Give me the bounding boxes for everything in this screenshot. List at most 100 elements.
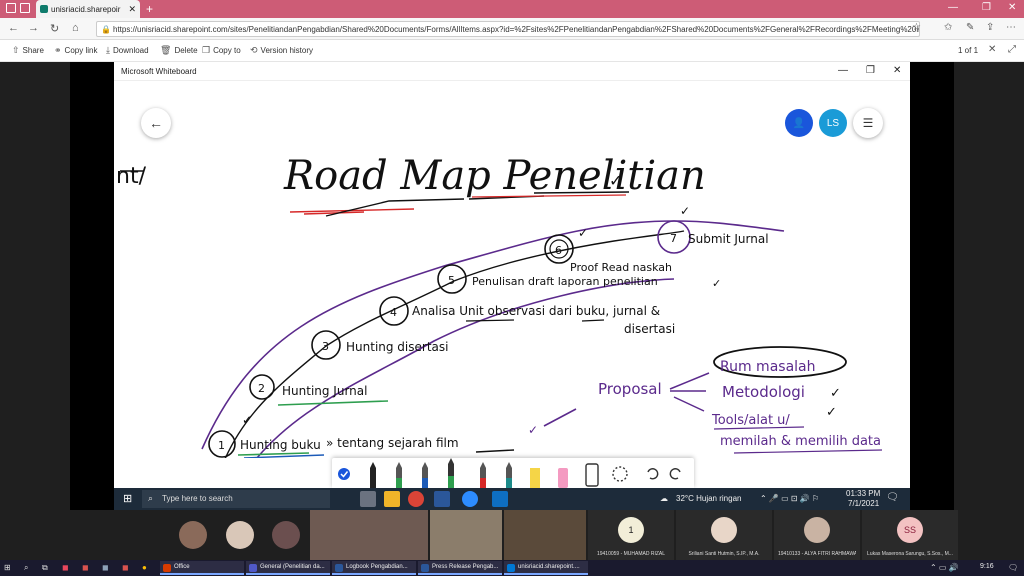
taskbar-app[interactable]: unisriacid.sharepoint.... <box>504 561 588 575</box>
wb-close-icon[interactable]: ✕ <box>893 65 901 76</box>
pen-red-icon[interactable] <box>480 462 486 488</box>
weather-text: 32°C Hujan ringan <box>676 494 742 503</box>
restore-icon[interactable]: ❐ <box>982 2 991 13</box>
home-icon[interactable]: ⌂ <box>72 22 79 34</box>
pen-teal-icon[interactable] <box>506 462 512 488</box>
close-tab-icon[interactable]: ✕ <box>128 4 136 15</box>
participant-strip: 1 19410059 - MUHAMAD RIZAL Sriliani Sant… <box>0 510 1024 560</box>
check-mark-icon: ✓ <box>830 385 841 400</box>
back-icon[interactable]: ← <box>8 22 19 34</box>
user-avatar[interactable]: 👤 <box>785 109 813 137</box>
forward-icon[interactable]: → <box>28 22 39 34</box>
wb-minimize-icon[interactable]: — <box>838 65 848 76</box>
close-window-icon[interactable]: ✕ <box>1008 2 1016 13</box>
eraser-icon[interactable] <box>558 468 568 488</box>
redo-icon[interactable] <box>669 468 681 480</box>
back-button[interactable]: ← <box>141 108 171 138</box>
favorite-star-icon[interactable]: ☆ <box>912 22 921 33</box>
search-icon[interactable]: ⌕ <box>24 563 28 573</box>
version-history-button[interactable]: ⟲ Version history <box>250 45 313 56</box>
app-icon[interactable]: ◼ <box>102 563 109 572</box>
lock-icon: 🔒 <box>101 25 111 34</box>
pen-green-icon[interactable] <box>396 462 402 488</box>
app-icon[interactable]: ◼ <box>122 563 129 572</box>
favorites-icon[interactable]: ✩ <box>944 22 952 33</box>
step-2-label: Hunting Jurnal <box>282 384 367 398</box>
highlighter-icon[interactable] <box>530 468 540 488</box>
whiteboard-app-icon <box>492 491 508 507</box>
lasso-icon[interactable] <box>612 466 628 482</box>
chrome-icon[interactable]: ● <box>142 563 147 572</box>
participant-avatar[interactable] <box>179 521 207 549</box>
more-icon[interactable]: ⋯ <box>1006 22 1016 33</box>
step-1-label: Hunting buku <box>240 438 321 452</box>
participant-video[interactable] <box>430 510 502 560</box>
step-7-node: 7 <box>657 220 691 254</box>
windows-start-icon: ⊞ <box>123 493 133 505</box>
partial-text: nt/ <box>116 164 147 189</box>
browser-tab[interactable]: unisriacid.sharepoir ✕ <box>36 0 140 18</box>
taskbar-app[interactable]: Press Release Pengab... <box>418 561 502 575</box>
copy-to-button[interactable]: ❐ Copy to <box>202 45 241 56</box>
pen-black-icon[interactable] <box>370 462 376 488</box>
task-view-icon <box>360 491 376 507</box>
participant-tile[interactable]: 1 19410059 - MUHAMAD RIZAL <box>588 510 674 560</box>
taskbar-app[interactable]: Logbook Pengabdian... <box>332 561 416 575</box>
expand-icon[interactable]: ⤢ <box>1008 44 1016 55</box>
notification-icon[interactable]: 🗨 <box>1008 563 1018 572</box>
os-taskbar: ⊞ ⌕ ⧉ ◼ ◼ ◼ ◼ ● Office General (Peneliti… <box>0 560 1024 576</box>
check-mark-icon: ✓ <box>609 173 622 190</box>
proposal-item-4: memilah & memilih data <box>720 434 881 449</box>
participant-avatar[interactable] <box>272 521 300 549</box>
undo-icon[interactable] <box>647 468 659 480</box>
whiteboard-canvas[interactable]: nt/ Road Map Penelitian ✓ 1 2 3 4 5 6 7 … <box>114 81 910 458</box>
check-mark-icon: ✓ <box>826 404 837 419</box>
share-browser-icon[interactable]: ⇪ <box>986 22 994 33</box>
copy-link-button[interactable]: ⚭ Copy link <box>54 45 97 56</box>
app-icon[interactable]: ◼ <box>82 563 89 572</box>
participant-initials: SS <box>897 517 923 543</box>
participant-name: Lukas Maserona Sarungu, S.Sos., M... <box>867 551 953 557</box>
tab-actions-icon[interactable] <box>20 3 30 13</box>
download-button[interactable]: ⤓ Download <box>106 45 149 56</box>
check-mark-icon: ✓ <box>242 413 252 427</box>
window-menu-icon[interactable] <box>6 3 16 13</box>
step-6-label: Proof Read naskah <box>570 261 672 274</box>
ruler-icon[interactable] <box>585 463 599 487</box>
participant-video[interactable] <box>504 510 586 560</box>
participant-video[interactable] <box>310 510 428 560</box>
windows-start-icon[interactable]: ⊞ <box>4 563 11 572</box>
avatar-ls[interactable]: LS <box>819 109 847 137</box>
share-button[interactable]: ⇧ Share <box>12 45 44 56</box>
system-tray-icons[interactable]: ⌃ ▭ 🔊 <box>930 563 959 572</box>
delete-button[interactable]: 🗑 Delete <box>160 45 198 56</box>
minimize-icon[interactable]: — <box>948 2 958 13</box>
step-4-node: 4 <box>379 296 409 326</box>
refresh-icon[interactable]: ↻ <box>50 22 59 35</box>
app-icon[interactable]: ◼ <box>62 563 69 572</box>
participant-avatar[interactable] <box>226 521 254 549</box>
pen-blue-icon[interactable] <box>422 462 428 488</box>
explorer-icon <box>384 491 400 507</box>
taskbar-app[interactable]: General (Penelitian da... <box>246 561 330 575</box>
pen-green-selected-icon[interactable] <box>448 458 454 488</box>
svg-text:5: 5 <box>448 274 455 287</box>
url-field[interactable]: 🔒 https://unisriacid.sharepoint.com/site… <box>96 21 920 37</box>
select-tool-icon[interactable] <box>338 468 350 480</box>
taskbar-office[interactable]: Office <box>160 561 244 575</box>
link-icon: ⚭ <box>54 45 62 55</box>
wb-restore-icon[interactable]: ❐ <box>866 65 875 76</box>
step-1-node: 1 <box>208 430 236 458</box>
pen-icon[interactable]: ✎ <box>966 22 974 33</box>
address-bar-row: ← → ↻ ⌂ 🔒 https://unisriacid.sharepoint.… <box>0 18 1024 40</box>
participant-tile[interactable]: Sriliani Santi Hutmin, S.IP., M.A. <box>676 510 772 560</box>
new-tab-icon[interactable]: + <box>146 2 153 16</box>
close-viewer-icon[interactable]: ✕ <box>988 44 996 55</box>
person-icon: 👤 <box>792 117 806 129</box>
participant-tile[interactable]: SS Lukas Maserona Sarungu, S.Sos., M... <box>862 510 958 560</box>
participant-tile[interactable]: 19410133 - ALYA FITRI RAHMAWATI <box>774 510 860 560</box>
svg-text:6: 6 <box>555 244 562 257</box>
menu-button[interactable]: ☰ <box>853 108 883 138</box>
task-view-icon[interactable]: ⧉ <box>42 563 48 573</box>
inner-date: 7/1/2021 <box>848 499 880 508</box>
